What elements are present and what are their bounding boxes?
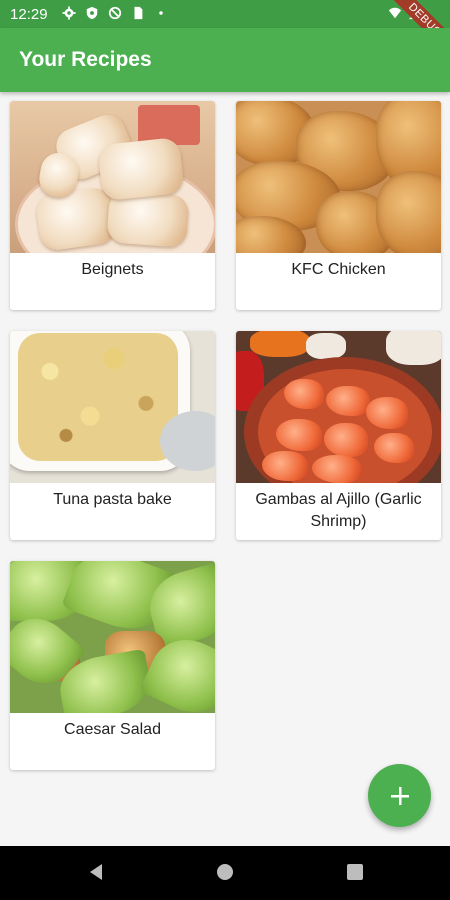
status-icons-left <box>62 6 168 20</box>
recipe-card-gambas-al-ajillo[interactable]: Gambas al Ajillo (Garlic Shrimp) <box>236 331 441 540</box>
recipe-card-kfc-chicken[interactable]: KFC Chicken <box>236 101 441 310</box>
recipe-title: Tuna pasta bake <box>53 491 172 508</box>
no-disturb-icon <box>108 6 122 20</box>
tuna-pasta-bake-photo <box>10 331 215 483</box>
recipe-title: Caesar Salad <box>64 721 161 738</box>
back-icon[interactable] <box>86 862 106 882</box>
recipe-title: Beignets <box>81 261 144 278</box>
sim-card-icon <box>134 6 143 20</box>
home-icon[interactable] <box>215 862 235 882</box>
status-bar: 12:29 DEBUG <box>0 0 450 65</box>
garlic-shrimp-photo <box>236 331 441 483</box>
recipe-card-caesar-salad[interactable]: Caesar Salad <box>10 561 215 770</box>
recipe-title: Gambas al Ajillo (Garlic Shrimp) <box>255 491 422 530</box>
caesar-salad-photo <box>10 561 215 713</box>
add-recipe-button[interactable] <box>368 764 431 827</box>
page-title: Your Recipes <box>19 48 152 71</box>
beignets-photo <box>10 101 215 253</box>
app-bar: Your Recipes <box>0 28 450 92</box>
recipe-title: KFC Chicken <box>291 261 386 278</box>
recents-icon[interactable] <box>345 862 365 882</box>
wifi-icon <box>388 7 402 19</box>
fried-chicken-photo <box>236 101 441 253</box>
recipe-card-tuna-pasta-bake[interactable]: Tuna pasta bake <box>10 331 215 540</box>
settings-icon <box>62 6 76 20</box>
dot-icon <box>159 11 163 15</box>
recipe-card-beignets[interactable]: Beignets <box>10 101 215 310</box>
plus-icon <box>390 786 409 805</box>
status-time: 12:29 <box>10 6 48 23</box>
recipe-grid: Beignets KFC Chicken Tuna pasta bake Gam… <box>10 101 442 770</box>
shield-icon <box>86 6 98 20</box>
system-nav-bar <box>0 846 450 900</box>
